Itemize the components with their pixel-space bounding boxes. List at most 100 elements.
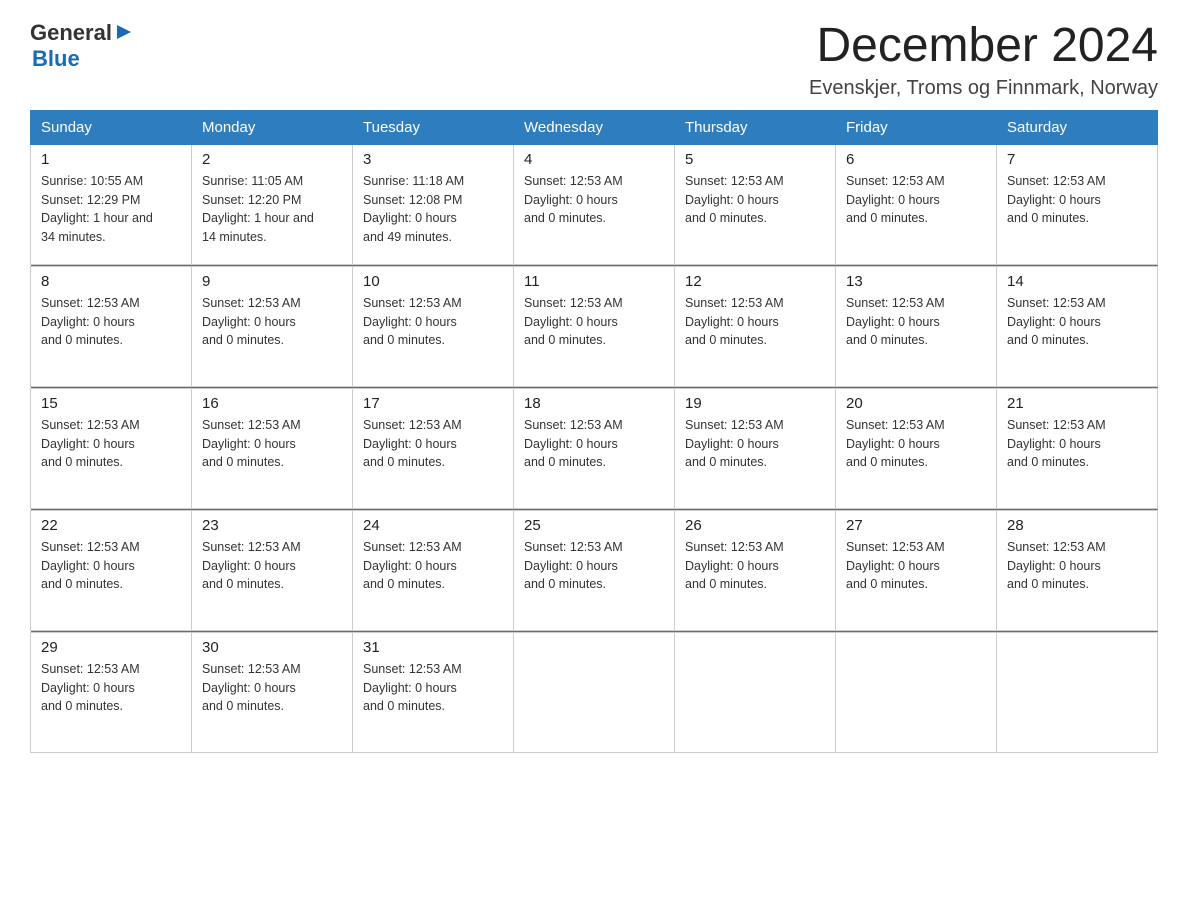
day-number: 30 [202, 639, 342, 656]
day-info: Sunset: 12:53 AM Daylight: 0 hours and 0… [685, 416, 825, 472]
weekday-header-saturday: Saturday [997, 110, 1158, 144]
weekday-header-monday: Monday [192, 110, 353, 144]
day-info: Sunset: 12:53 AM Daylight: 0 hours and 0… [846, 294, 986, 350]
day-number: 1 [41, 151, 181, 168]
day-info: Sunset: 12:53 AM Daylight: 0 hours and 0… [363, 416, 503, 472]
day-cell-empty [836, 632, 997, 752]
day-number: 24 [363, 517, 503, 534]
day-info: Sunset: 12:53 AM Daylight: 0 hours and 0… [363, 294, 503, 350]
day-cell-17: 17Sunset: 12:53 AM Daylight: 0 hours and… [353, 388, 514, 508]
weekday-header-sunday: Sunday [31, 110, 192, 144]
day-cell-20: 20 Sunset: 12:53 AM Daylight: 0 hours and… [836, 388, 997, 508]
day-number: 20 [846, 395, 986, 412]
day-cell-empty [997, 632, 1158, 752]
day-info: Sunset: 12:53 AM Daylight: 0 hours and 0… [1007, 538, 1147, 594]
page-header: General Blue December 2024 Evenskjer, Tr… [30, 20, 1158, 100]
day-cell-empty [514, 632, 675, 752]
day-cell-27: 27 Sunset: 12:53 AM Daylight: 0 hours and… [836, 510, 997, 630]
day-cell-30: 30Sunset: 12:53 AM Daylight: 0 hours and… [192, 632, 353, 752]
day-cell-25: 25 Sunset: 12:53 AM Daylight: 0 hours and… [514, 510, 675, 630]
calendar-table: SundayMondayTuesdayWednesdayThursdayFrid… [30, 110, 1158, 753]
weekday-header-friday: Friday [836, 110, 997, 144]
day-cell-3: 3Sunrise: 11:18 AM Sunset: 12:08 PM Dayl… [353, 144, 514, 264]
day-info: Sunset: 12:53 AM Daylight: 0 hours and 0… [524, 172, 664, 228]
day-info: Sunset: 12:53 AM Daylight: 0 hours and 0… [685, 294, 825, 350]
day-number: 6 [846, 151, 986, 168]
day-number: 16 [202, 395, 342, 412]
weekday-header-thursday: Thursday [675, 110, 836, 144]
logo-blue-text: Blue [32, 46, 80, 72]
day-cell-8: 8 Sunset: 12:53 AM Daylight: 0 hours and … [31, 266, 192, 386]
day-number: 9 [202, 273, 342, 290]
day-info: Sunset: 12:53 AM Daylight: 0 hours and 0… [846, 416, 986, 472]
day-info: Sunset: 12:53 AM Daylight: 0 hours and 0… [1007, 172, 1147, 228]
day-number: 12 [685, 273, 825, 290]
day-info: Sunset: 12:53 AM Daylight: 0 hours and 0… [685, 538, 825, 594]
day-cell-1: 1 Sunrise: 10:55 AM Sunset: 12:29 PM Dayl… [31, 144, 192, 264]
day-cell-21: 21Sunset: 12:53 AM Daylight: 0 hours and… [997, 388, 1158, 508]
day-number: 23 [202, 517, 342, 534]
day-info: Sunset: 12:53 AM Daylight: 0 hours and 0… [41, 538, 181, 594]
week-row-4: 22 Sunset: 12:53 AM Daylight: 0 hours and… [31, 510, 1158, 630]
day-number: 7 [1007, 151, 1147, 168]
day-cell-6: 6 Sunset: 12:53 AM Daylight: 0 hours and … [836, 144, 997, 264]
day-number: 10 [363, 273, 503, 290]
day-cell-empty [675, 632, 836, 752]
day-number: 2 [202, 151, 342, 168]
day-number: 8 [41, 273, 181, 290]
day-cell-24: 24 Sunset: 12:53 AM Daylight: 0 hours and… [353, 510, 514, 630]
day-info: Sunset: 12:53 AM Daylight: 0 hours and 0… [41, 416, 181, 472]
day-cell-22: 22 Sunset: 12:53 AM Daylight: 0 hours and… [31, 510, 192, 630]
day-cell-19: 19 Sunset: 12:53 AM Daylight: 0 hours and… [675, 388, 836, 508]
day-number: 25 [524, 517, 664, 534]
day-info: Sunset: 12:53 AM Daylight: 0 hours and 0… [524, 416, 664, 472]
day-cell-31: 31 Sunset: 12:53 AM Daylight: 0 hours and… [353, 632, 514, 752]
week-row-2: 8 Sunset: 12:53 AM Daylight: 0 hours and … [31, 266, 1158, 386]
day-cell-13: 13 Sunset: 12:53 AM Daylight: 0 hours and… [836, 266, 997, 386]
day-number: 29 [41, 639, 181, 656]
day-cell-4: 4 Sunset: 12:53 AM Daylight: 0 hours and … [514, 144, 675, 264]
day-number: 18 [524, 395, 664, 412]
day-cell-5: 5Sunset: 12:53 AM Daylight: 0 hours and … [675, 144, 836, 264]
day-cell-29: 29 Sunset: 12:53 AM Daylight: 0 hours and… [31, 632, 192, 752]
day-info: Sunset: 12:53 AM Daylight: 0 hours and 0… [41, 294, 181, 350]
day-info: Sunset: 12:53 AM Daylight: 0 hours and 0… [1007, 294, 1147, 350]
day-cell-28: 28 Sunset: 12:53 AM Daylight: 0 hours and… [997, 510, 1158, 630]
day-info: Sunset: 12:53 AM Daylight: 0 hours and 0… [846, 172, 986, 228]
weekday-header-wednesday: Wednesday [514, 110, 675, 144]
day-cell-9: 9 Sunset: 12:53 AM Daylight: 0 hours and … [192, 266, 353, 386]
week-row-1: 1 Sunrise: 10:55 AM Sunset: 12:29 PM Dayl… [31, 144, 1158, 264]
day-number: 28 [1007, 517, 1147, 534]
day-number: 31 [363, 639, 503, 656]
day-info: Sunset: 12:53 AM Daylight: 0 hours and 0… [524, 294, 664, 350]
day-info: Sunset: 12:53 AM Daylight: 0 hours and 0… [202, 294, 342, 350]
day-info: Sunset: 12:53 AM Daylight: 0 hours and 0… [41, 660, 181, 716]
day-number: 3 [363, 151, 503, 168]
day-number: 13 [846, 273, 986, 290]
day-number: 19 [685, 395, 825, 412]
day-cell-18: 18 Sunset: 12:53 AM Daylight: 0 hours and… [514, 388, 675, 508]
day-cell-10: 10 Sunset: 12:53 AM Daylight: 0 hours and… [353, 266, 514, 386]
day-number: 15 [41, 395, 181, 412]
logo: General Blue [30, 20, 135, 72]
week-row-5: 29 Sunset: 12:53 AM Daylight: 0 hours and… [31, 632, 1158, 752]
day-cell-23: 23 Sunset: 12:53 AM Daylight: 0 hours and… [192, 510, 353, 630]
day-number: 11 [524, 273, 664, 290]
logo-general-text: General [30, 20, 112, 46]
page-subtitle: Evenskjer, Troms og Finnmark, Norway [809, 77, 1158, 100]
day-cell-2: 2Sunrise: 11:05 AM Sunset: 12:20 PM Dayl… [192, 144, 353, 264]
page-title: December 2024 [809, 20, 1158, 73]
day-number: 27 [846, 517, 986, 534]
day-info: Sunset: 12:53 AM Daylight: 0 hours and 0… [202, 538, 342, 594]
day-cell-15: 15 Sunset: 12:53 AM Daylight: 0 hours and… [31, 388, 192, 508]
day-info: Sunset: 12:53 AM Daylight: 0 hours and 0… [363, 538, 503, 594]
day-number: 22 [41, 517, 181, 534]
logo-arrow-icon [113, 21, 135, 43]
day-info: Sunrise: 10:55 AM Sunset: 12:29 PM Dayli… [41, 172, 181, 247]
weekday-header-tuesday: Tuesday [353, 110, 514, 144]
day-info: Sunset: 12:53 AM Daylight: 0 hours and 0… [1007, 416, 1147, 472]
day-info: Sunset: 12:53 AM Daylight: 0 hours and 0… [363, 660, 503, 716]
day-info: Sunset: 12:53 AM Daylight: 0 hours and 0… [524, 538, 664, 594]
day-number: 4 [524, 151, 664, 168]
day-info: Sunset: 12:53 AM Daylight: 0 hours and 0… [846, 538, 986, 594]
